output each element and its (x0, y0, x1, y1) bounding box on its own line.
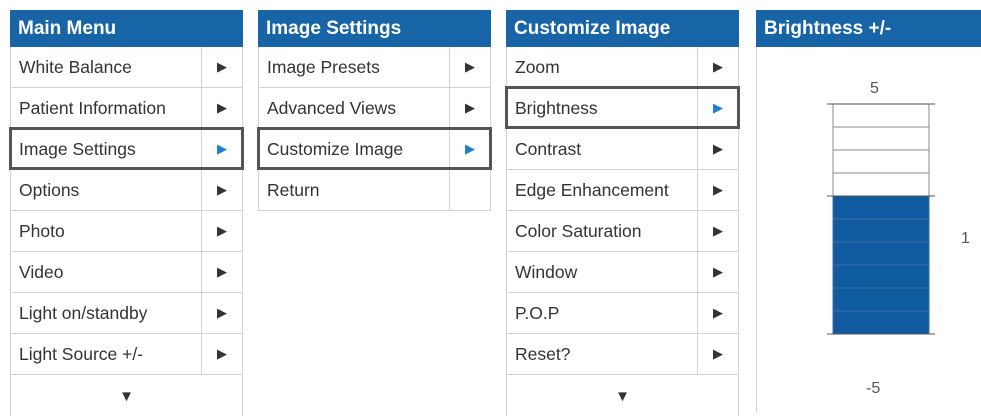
brightness-level-filled (832, 195, 930, 220)
brightness-slider[interactable] (757, 47, 981, 413)
menu-item-image-settings[interactable]: Image Settings ▶ (9, 127, 244, 170)
menu-item-label: Color Saturation (515, 221, 642, 241)
customize-image-panel: Customize Image Zoom ▶ Brightness ▶ Cont… (505, 10, 740, 416)
brightness-level-filled (832, 287, 930, 312)
menu-item-label: Edge Enhancement (515, 180, 669, 200)
brightness-level-filled (832, 218, 930, 243)
menu-item-label: White Balance (19, 57, 132, 77)
menu-item-zoom[interactable]: Zoom ▶ (507, 47, 738, 88)
menu-item-advanced-views[interactable]: Advanced Views ▶ (259, 88, 490, 129)
chevron-right-icon: ▶ (201, 170, 242, 210)
brightness-level-empty (832, 149, 930, 174)
chevron-right-icon: ▶ (697, 129, 738, 169)
menu-item-options[interactable]: Options ▶ (11, 170, 242, 211)
menu-item-label: Options (19, 180, 80, 200)
chevron-down-icon: ▼ (615, 388, 630, 405)
brightness-level-filled (832, 310, 930, 335)
menu-item-label: Reset? (515, 344, 571, 364)
scroll-down-button[interactable]: ▼ (11, 375, 242, 416)
image-settings-list: Image Presets ▶ Advanced Views ▶ Customi… (257, 47, 492, 211)
menu-item-light-source[interactable]: Light Source +/- ▶ (11, 334, 242, 375)
menu-item-label: Light Source +/- (19, 344, 144, 364)
chevron-right-icon: ▶ (201, 334, 242, 374)
menu-item-label: Image Settings (19, 139, 136, 159)
menu-item-label: Brightness (515, 98, 598, 118)
chevron-right-icon: ▶ (201, 211, 242, 251)
menu-item-pop[interactable]: P.O.P ▶ (507, 293, 738, 334)
chevron-right-icon: ▶ (697, 252, 738, 292)
menu-item-label: Return (267, 180, 320, 200)
menu-item-label: Customize Image (267, 139, 404, 159)
chevron-right-icon: ▶ (697, 170, 738, 210)
chevron-right-icon: ▶ (201, 47, 242, 87)
image-settings-panel: Image Settings Image Presets ▶ Advanced … (257, 10, 492, 211)
menu-item-return[interactable]: Return (259, 170, 490, 211)
chevron-right-icon: ▶ (201, 252, 242, 292)
customize-image-list: Zoom ▶ Brightness ▶ Contrast ▶ Edge Enha… (505, 47, 740, 416)
scroll-down-button[interactable]: ▼ (507, 375, 738, 416)
main-menu-panel: Main Menu White Balance ▶ Patient Inform… (9, 10, 244, 416)
menu-item-label: Contrast (515, 139, 582, 159)
empty-arrow-cell (449, 170, 490, 210)
menu-item-customize-image[interactable]: Customize Image ▶ (257, 127, 492, 170)
menu-item-label: Advanced Views (267, 98, 397, 118)
menu-item-label: Video (19, 262, 64, 282)
menu-item-light-on-standby[interactable]: Light on/standby ▶ (11, 293, 242, 334)
chevron-right-icon: ▶ (449, 129, 490, 169)
menu-item-label: Patient Information (19, 98, 166, 118)
menu-item-photo[interactable]: Photo ▶ (11, 211, 242, 252)
menu-item-label: Zoom (515, 57, 560, 77)
chevron-right-icon: ▶ (449, 88, 490, 128)
menu-item-color-saturation[interactable]: Color Saturation ▶ (507, 211, 738, 252)
chevron-right-icon: ▶ (697, 88, 738, 128)
brightness-level-filled (832, 264, 930, 289)
menu-item-edge-enhancement[interactable]: Edge Enhancement ▶ (507, 170, 738, 211)
menu-item-label: Window (515, 262, 578, 282)
menu-item-patient-information[interactable]: Patient Information ▶ (11, 88, 242, 129)
main-menu-header: Main Menu (10, 10, 243, 47)
brightness-panel: Brightness +/- 5 1 -5 (756, 10, 981, 413)
menu-item-window[interactable]: Window ▶ (507, 252, 738, 293)
chevron-right-icon: ▶ (449, 47, 490, 87)
chevron-right-icon: ▶ (201, 293, 242, 333)
menu-item-label: Image Presets (267, 57, 380, 77)
brightness-level-filled (832, 241, 930, 266)
chevron-right-icon: ▶ (697, 211, 738, 251)
menu-item-image-presets[interactable]: Image Presets ▶ (259, 47, 490, 88)
menu-item-label: Photo (19, 221, 65, 241)
menu-item-contrast[interactable]: Contrast ▶ (507, 129, 738, 170)
brightness-level-empty (832, 126, 930, 151)
chevron-right-icon: ▶ (697, 47, 738, 87)
menu-item-label: Light on/standby (19, 303, 148, 323)
chevron-right-icon: ▶ (201, 129, 242, 169)
brightness-body: 5 1 -5 (756, 47, 981, 413)
menu-item-white-balance[interactable]: White Balance ▶ (11, 47, 242, 88)
chevron-right-icon: ▶ (697, 334, 738, 374)
chevron-down-icon: ▼ (119, 388, 134, 405)
brightness-level-empty (832, 103, 930, 128)
chevron-right-icon: ▶ (201, 88, 242, 128)
main-menu-list: White Balance ▶ Patient Information ▶ Im… (9, 47, 244, 416)
brightness-header: Brightness +/- (756, 10, 981, 47)
menu-item-reset[interactable]: Reset? ▶ (507, 334, 738, 375)
customize-image-header: Customize Image (506, 10, 739, 47)
menu-item-label: P.O.P (515, 303, 560, 323)
menu-item-brightness[interactable]: Brightness ▶ (505, 86, 740, 129)
menu-item-video[interactable]: Video ▶ (11, 252, 242, 293)
image-settings-header: Image Settings (258, 10, 491, 47)
brightness-level-empty (832, 172, 930, 197)
chevron-right-icon: ▶ (697, 293, 738, 333)
